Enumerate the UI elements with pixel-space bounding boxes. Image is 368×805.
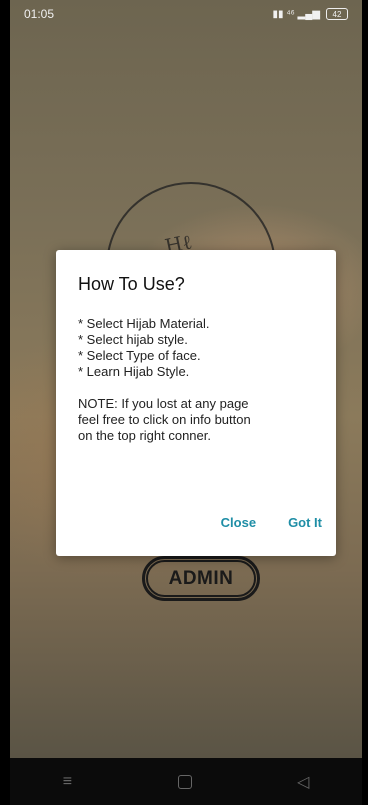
status-bar: 01:05 ▮▮ ⁴⁶ ▂▄▆ 42 bbox=[10, 0, 362, 28]
dialog-body: * Select Hijab Material. * Select hijab … bbox=[78, 316, 328, 444]
battery-level: 42 bbox=[332, 9, 342, 19]
step-item: * Select Hijab Material. bbox=[78, 316, 210, 331]
status-time: 01:05 bbox=[24, 7, 55, 21]
dialog-actions: Close Got It bbox=[221, 515, 322, 530]
note-line: feel free to click on info button bbox=[78, 412, 251, 427]
note-line: NOTE: If you lost at any page bbox=[78, 396, 249, 411]
step-item: * Select Type of face. bbox=[78, 348, 201, 363]
menu-icon[interactable]: ≡ bbox=[63, 773, 72, 791]
system-nav-bar: ≡ ◁ bbox=[10, 758, 362, 805]
how-to-use-dialog: How To Use? * Select Hijab Material. * S… bbox=[56, 250, 336, 556]
admin-button[interactable]: ADMIN bbox=[142, 556, 260, 601]
app-screen: 01:05 ▮▮ ⁴⁶ ▂▄▆ 42 Hℓ ADMIN How To Use? … bbox=[10, 0, 362, 758]
close-button[interactable]: Close bbox=[221, 515, 256, 530]
phone-frame: 01:05 ▮▮ ⁴⁶ ▂▄▆ 42 Hℓ ADMIN How To Use? … bbox=[10, 0, 362, 805]
got-it-button[interactable]: Got It bbox=[288, 515, 322, 530]
back-icon[interactable]: ◁ bbox=[297, 772, 309, 792]
status-icons: ▮▮ ⁴⁶ ▂▄▆ 42 bbox=[273, 8, 348, 20]
signal-icon: ▮▮ ⁴⁶ ▂▄▆ bbox=[272, 8, 320, 20]
dialog-title: How To Use? bbox=[78, 274, 185, 294]
step-item: * Select hijab style. bbox=[78, 332, 188, 347]
note-line: on the top right conner. bbox=[78, 428, 211, 443]
step-item: * Learn Hijab Style. bbox=[78, 364, 190, 379]
admin-button-label: ADMIN bbox=[146, 560, 256, 597]
battery-icon: 42 bbox=[326, 8, 348, 20]
home-icon[interactable] bbox=[177, 774, 192, 789]
